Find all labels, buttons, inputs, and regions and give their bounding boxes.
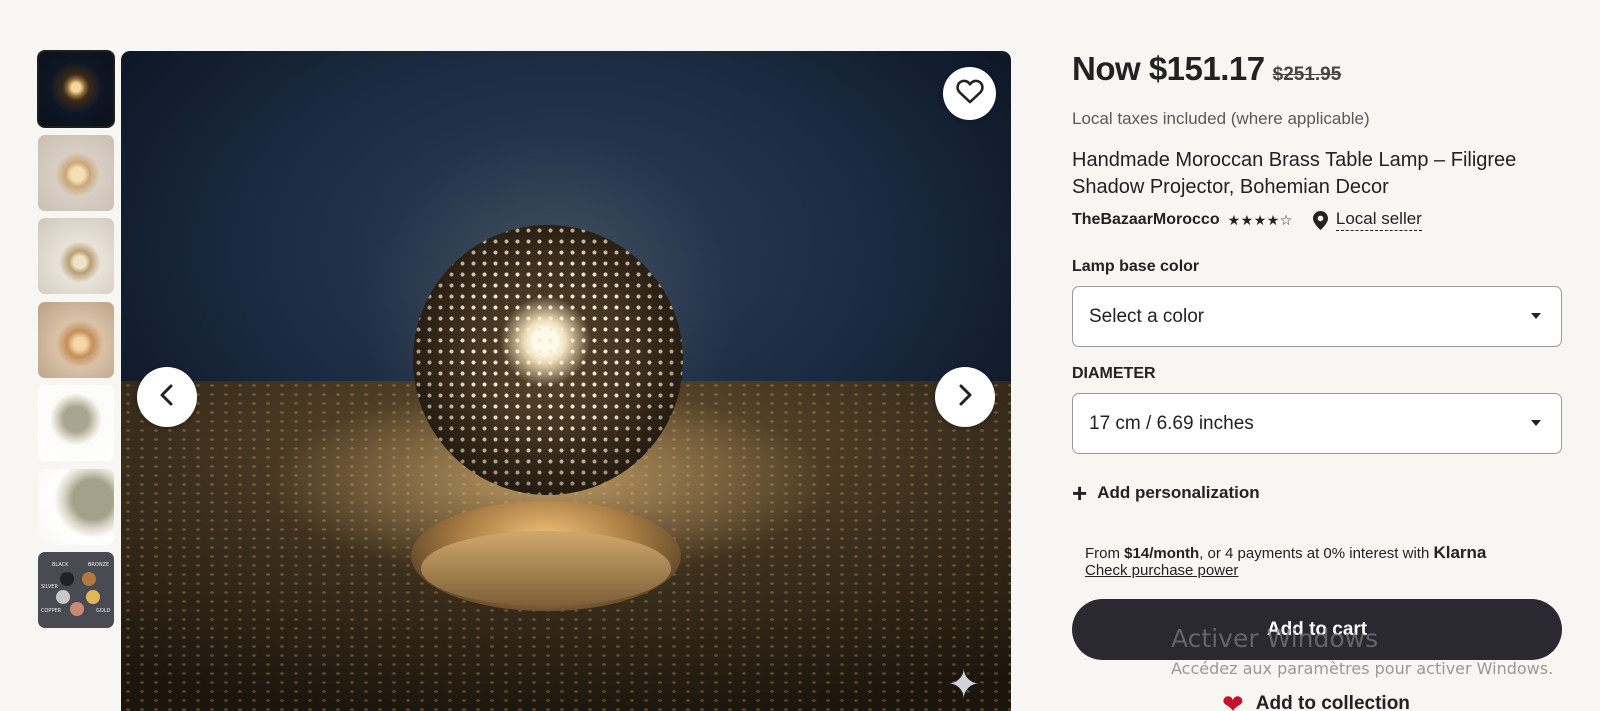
financing-amount: $14/month xyxy=(1124,545,1200,562)
add-personalization-button[interactable]: + Add personalization xyxy=(1072,480,1260,506)
heart-filled-icon: ❤ xyxy=(1222,689,1244,711)
check-purchase-power-link[interactable]: Check purchase power xyxy=(1085,562,1238,579)
add-to-collection-button[interactable]: ❤ Add to collection xyxy=(1222,691,1410,711)
location-pin-icon xyxy=(1312,210,1328,230)
caret-down-icon xyxy=(1531,313,1541,319)
add-to-cart-button[interactable]: Add to cart xyxy=(1072,599,1562,660)
thumbnail-3[interactable] xyxy=(38,218,114,294)
previous-image-button[interactable] xyxy=(137,367,197,427)
thumbnail-5[interactable] xyxy=(38,385,114,461)
chevron-right-icon xyxy=(957,384,973,411)
swatch-gold xyxy=(86,590,100,604)
star-rating: ★★★★☆ xyxy=(1227,211,1293,228)
swatch-label: SILVER xyxy=(41,584,58,590)
swatch-label: BRONZE xyxy=(88,562,110,568)
heart-outline-icon xyxy=(955,78,984,109)
thumbnail-7[interactable]: BLACK BRONZE SILVER COPPER GOLD xyxy=(38,552,114,628)
watermark-subtitle: Accédez aux paramètres pour activer Wind… xyxy=(1171,659,1554,678)
chevron-left-icon xyxy=(159,384,175,411)
swatch-bronze xyxy=(82,572,96,586)
price-original: $251.95 xyxy=(1272,64,1342,85)
swatch-silver xyxy=(56,590,70,604)
swatch-copper xyxy=(70,602,84,616)
price-row: Now $151.17 $251.95 xyxy=(1072,50,1341,88)
swatch-label: BLACK xyxy=(52,562,69,568)
main-product-image: ✦ xyxy=(121,51,1011,711)
price-now: Now $151.17 xyxy=(1072,50,1265,87)
plus-icon: + xyxy=(1072,478,1088,508)
diameter-field-label: DIAMETER xyxy=(1072,365,1156,382)
local-seller-link[interactable]: Local seller xyxy=(1335,209,1422,231)
image-lamp-globe xyxy=(413,225,683,495)
diameter-select-value: 17 cm / 6.69 inches xyxy=(1089,412,1254,434)
thumbnail-2[interactable] xyxy=(38,134,114,211)
thumbnail-6[interactable] xyxy=(38,468,114,545)
swatch-label: COPPER xyxy=(41,608,62,614)
add-personalization-label: Add personalization xyxy=(1097,483,1260,502)
financing-text: From $14/month, or 4 payments at 0% inte… xyxy=(1085,543,1487,562)
thumbnail-4[interactable] xyxy=(38,301,114,378)
color-field-label: Lamp base color xyxy=(1072,258,1200,275)
swatch-black xyxy=(60,572,74,586)
sparkle-icon: ✦ xyxy=(947,663,981,707)
image-lamp-base-rim xyxy=(421,531,671,606)
thumbnail-strip: BLACK BRONZE SILVER COPPER GOLD xyxy=(37,50,115,636)
add-to-collection-label: Add to collection xyxy=(1255,693,1410,711)
caret-down-icon xyxy=(1531,420,1541,426)
favorite-button[interactable] xyxy=(943,67,996,120)
swatch-label: GOLD xyxy=(96,608,111,614)
next-image-button[interactable] xyxy=(935,367,995,427)
seller-row: TheBazaarMorocco ★★★★☆ Local seller xyxy=(1072,209,1422,231)
color-select-value: Select a color xyxy=(1089,305,1205,327)
diameter-select[interactable]: 17 cm / 6.69 inches xyxy=(1072,393,1562,454)
product-title: Handmade Moroccan Brass Table Lamp – Fil… xyxy=(1072,149,1517,198)
taxes-note: Local taxes included (where applicable) xyxy=(1072,109,1370,128)
klarna-logo: Klarna xyxy=(1433,543,1487,562)
seller-name[interactable]: TheBazaarMorocco xyxy=(1072,211,1220,229)
color-select[interactable]: Select a color xyxy=(1072,286,1562,347)
thumbnail-1[interactable] xyxy=(37,50,115,128)
